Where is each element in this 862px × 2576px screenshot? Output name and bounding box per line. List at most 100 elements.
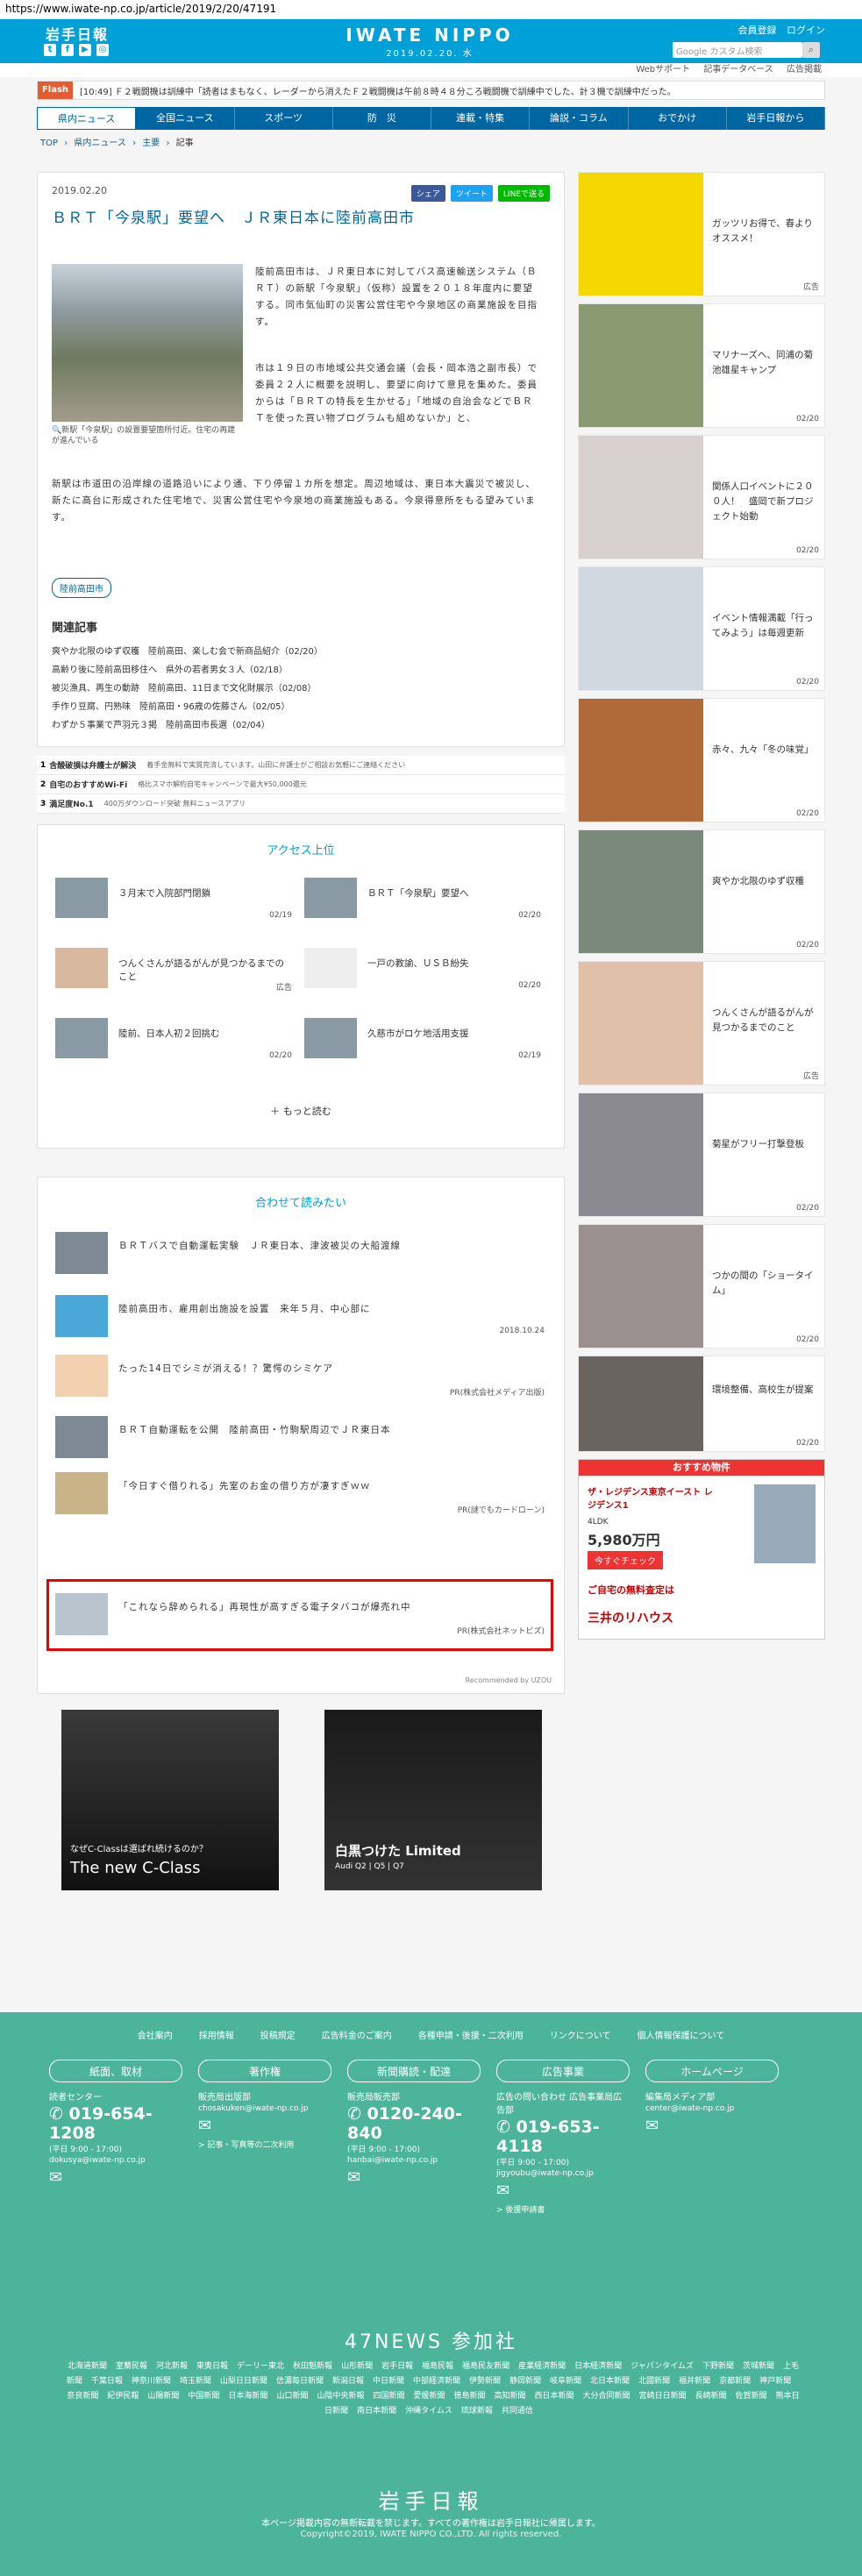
sidebar-item[interactable]: つんくさんが語るがんが見つかるまでのこと 広告 xyxy=(578,961,825,1085)
member-paper-link[interactable]: 長崎新聞 xyxy=(695,2392,727,2401)
member-paper-link[interactable]: 高知新聞 xyxy=(495,2392,526,2401)
nav-prefecture-news[interactable]: 県内ニュース xyxy=(37,107,137,130)
recommended-item[interactable]: ＢＲＴバスで自動運転実験 ＪＲ東日本、津波被災の大船渡線 xyxy=(55,1227,552,1279)
member-paper-link[interactable]: 福井新聞 xyxy=(679,2377,710,2386)
mail-icon[interactable]: ✉ xyxy=(347,2168,481,2187)
ranking-item[interactable]: 久慈市がロケ地活用支援 02/19 xyxy=(304,1018,541,1064)
member-paper-link[interactable]: 山形新聞 xyxy=(341,2362,373,2371)
related-article-link[interactable]: わずか５事業で芦羽元３掲 陸前高田市長選（02/04） xyxy=(52,716,323,735)
email-address[interactable]: chosakuken@iwate-np.co.jp xyxy=(198,2104,331,2113)
youtube-icon[interactable]: ▶ xyxy=(79,44,91,56)
uzou-credit[interactable]: Recommended by UZOU xyxy=(466,1676,552,1684)
sidebar-item[interactable]: 菊星がフリー打撃登板 02/20 xyxy=(578,1092,825,1217)
sidebar-item[interactable]: 爽やか北限のゆず収穫 02/20 xyxy=(578,829,825,954)
nav-national-news[interactable]: 全国ニュース xyxy=(136,107,235,130)
member-paper-link[interactable]: 山陽新聞 xyxy=(147,2392,179,2401)
facebook-share-button[interactable]: シェア xyxy=(410,185,445,202)
nav-sports[interactable]: スポーツ xyxy=(235,107,333,130)
member-paper-link[interactable]: 千葉日報 xyxy=(91,2377,123,2386)
audi-ad[interactable]: 白黒つけた Limited Audi Q2 | Q5 | Q7 xyxy=(324,1710,542,1890)
ad-check-button[interactable]: 今すぐチェック xyxy=(588,1551,663,1569)
member-paper-link[interactable]: 福島民報 xyxy=(422,2362,453,2371)
member-paper-link[interactable]: 西日本新聞 xyxy=(535,2392,574,2401)
facebook-icon[interactable]: f xyxy=(61,44,74,56)
category-heading[interactable]: 新聞購読・配達 xyxy=(347,2060,481,2082)
footer-link[interactable]: 広告料金のご案内 xyxy=(322,2028,392,2041)
footer-link[interactable]: 個人情報保護について xyxy=(638,2028,725,2041)
sub-link-web-support[interactable]: Webサポート xyxy=(636,65,690,75)
member-paper-link[interactable]: 紀伊民報 xyxy=(107,2392,139,2401)
nav-disaster[interactable]: 防 災 xyxy=(333,107,431,130)
ranking-item[interactable]: ３月末で入院部門閉鎖 02/19 xyxy=(55,878,292,923)
sub-link-database[interactable]: 記事データベース xyxy=(703,65,773,75)
member-paper-link[interactable]: 日本経済新聞 xyxy=(574,2362,622,2371)
member-paper-link[interactable]: 茨城新聞 xyxy=(743,2362,774,2371)
category-heading[interactable]: 広告事業 xyxy=(496,2060,630,2082)
mail-icon[interactable]: ✉ xyxy=(645,2117,779,2135)
email-address[interactable]: center@iwate-np.co.jp xyxy=(645,2104,779,2113)
footer-link[interactable]: 会社案内 xyxy=(138,2028,173,2041)
footer-link[interactable]: 投稿規定 xyxy=(260,2028,296,2041)
member-paper-link[interactable]: 北海道新聞 xyxy=(68,2362,107,2371)
member-paper-link[interactable]: 山口新聞 xyxy=(276,2392,308,2401)
recommended-item[interactable]: 「これなら辞められる」再現性が高すぎる電子タバコが爆売れ中 PR(株式会社ネットビ… xyxy=(55,1588,552,1640)
mercedes-ad[interactable]: なぜC-Classは選ばれ続けるのか？ The new C-Class xyxy=(61,1710,279,1890)
member-paper-link[interactable]: 東奥日報 xyxy=(196,2362,228,2371)
member-paper-link[interactable]: 埼玉新聞 xyxy=(180,2377,211,2386)
instagram-icon[interactable]: ◎ xyxy=(96,44,109,56)
member-paper-link[interactable]: 日本海新聞 xyxy=(228,2392,267,2401)
center-logo[interactable]: IWATE NIPPO 2019.02.20. 水 xyxy=(342,25,517,59)
member-paper-link[interactable]: 中国新聞 xyxy=(188,2392,219,2401)
member-paper-link[interactable]: 下野新聞 xyxy=(702,2362,734,2371)
sub-link-ads[interactable]: 広告掲載 xyxy=(787,65,822,75)
member-paper-link[interactable]: 中部経済新聞 xyxy=(413,2377,460,2386)
text-ad[interactable]: 1 含酸破損は弁護士が解決 着手金無料で実質完済しています。山田に弁護士がご相談お気… xyxy=(37,756,565,775)
sidebar-item[interactable]: 環境整備、高校生が提案 02/20 xyxy=(578,1356,825,1452)
member-paper-link[interactable]: 神戸新聞 xyxy=(759,2377,791,2386)
category-heading[interactable]: ホームページ xyxy=(645,2060,779,2082)
member-paper-link[interactable]: 大分合同新聞 xyxy=(583,2392,630,2401)
real-estate-ad[interactable]: おすすめ物件 ザ・レジデンス東京イースト レジデンス1 4LDK 5,980万円… xyxy=(578,1459,825,1640)
member-paper-link[interactable]: 宮崎日日新聞 xyxy=(639,2392,687,2401)
phone-number[interactable]: ✆ 0120-240-840 xyxy=(347,2104,481,2143)
footer-link[interactable]: 採用情報 xyxy=(199,2028,234,2041)
member-paper-link[interactable]: 南日本新聞 xyxy=(357,2407,396,2416)
breadcrumb-prefecture[interactable]: 県内ニュース xyxy=(74,139,126,148)
sidebar-item[interactable]: イベント情報満載「行ってみよう」は毎週更新 02/20 xyxy=(578,566,825,691)
member-paper-link[interactable]: 岩手日報 xyxy=(381,2362,413,2371)
member-paper-link[interactable]: 北國新聞 xyxy=(638,2377,670,2386)
url-bar[interactable]: https://www.iwate-np.co.jp/article/2019/… xyxy=(0,0,862,19)
ranking-item[interactable]: 陸前、日本人初２回挑む 02/20 xyxy=(55,1018,292,1064)
member-paper-link[interactable]: 神奈川新聞 xyxy=(132,2377,171,2386)
member-paper-link[interactable]: 山梨日日新聞 xyxy=(220,2377,267,2386)
login-link[interactable]: ログイン xyxy=(787,25,825,36)
member-paper-link[interactable]: 秋田魁新報 xyxy=(293,2362,332,2371)
ranking-item[interactable]: つんくさんが語るがんが見つかるまでのこと 広告 xyxy=(55,948,292,993)
recommended-item[interactable]: 「今日すぐ借りれる」先室のお金の借り方が凄すぎｗｗ PR(謎でもカードローン) xyxy=(55,1467,552,1519)
related-article-link[interactable]: 手作り豆腐、円熟味 陸前高田・96歳の佐藤さん（02/05） xyxy=(52,698,323,716)
nav-series[interactable]: 連載・特集 xyxy=(431,107,531,130)
mail-icon[interactable]: ✉ xyxy=(496,2181,630,2200)
related-article-link[interactable]: 被災漁具、再生の動跡 陸前高田、11日まで文化財展示（02/08） xyxy=(52,680,323,698)
read-more-button[interactable]: ＋ もっと読む xyxy=(38,1104,564,1118)
ranking-item[interactable]: 一戸の教諭、ＵＳＢ紛失 02/20 xyxy=(304,948,541,993)
member-paper-link[interactable]: デーリー東北 xyxy=(237,2362,284,2371)
search-input[interactable]: Google カスタム検索 xyxy=(673,42,802,58)
related-article-link[interactable]: 高齢り後に陸前高田移住へ 県外の若者男女３人（02/18） xyxy=(52,661,323,680)
category-heading[interactable]: 紙面、取材 xyxy=(49,2060,182,2082)
member-paper-link[interactable]: 愛媛新聞 xyxy=(413,2392,445,2401)
tweet-button[interactable]: ツイート xyxy=(450,185,493,202)
email-address[interactable]: dokusya@iwate-np.co.jp xyxy=(49,2156,182,2165)
member-paper-link[interactable]: 岐阜新聞 xyxy=(550,2377,581,2386)
line-share-button[interactable]: LINEで送る xyxy=(497,185,550,202)
member-paper-link[interactable]: 山陰中央新報 xyxy=(317,2392,364,2401)
register-link[interactable]: 会員登録 xyxy=(738,25,777,36)
member-paper-link[interactable]: 福島民友新聞 xyxy=(462,2362,509,2371)
sponsorship-link[interactable]: > 後援申請書 xyxy=(496,2203,630,2215)
member-paper-link[interactable]: 沖縄タイムス xyxy=(405,2407,452,2416)
text-ad[interactable]: 3 満足度No.1 400万ダウンロード突破 無料ニュースアプリ xyxy=(37,794,565,814)
nav-outing[interactable]: おでかけ xyxy=(629,107,727,130)
footer-logo[interactable]: 岩手日報 xyxy=(0,2484,862,2515)
member-paper-link[interactable]: 河北新報 xyxy=(156,2362,188,2371)
sidebar-item[interactable]: 赤々、九々「冬の味覚」 02/20 xyxy=(578,698,825,822)
